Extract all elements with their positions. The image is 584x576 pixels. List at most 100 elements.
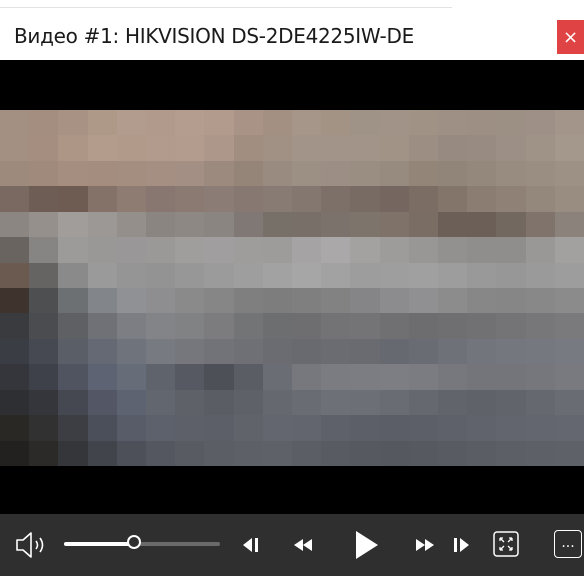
video-pixel-block	[116, 135, 147, 162]
video-pixel-block	[87, 288, 118, 315]
video-pixel-block	[0, 440, 30, 466]
video-pixel-block	[292, 110, 322, 137]
video-pixel-block	[554, 211, 584, 238]
video-pixel-block	[350, 211, 381, 238]
video-pixel-block	[87, 389, 118, 416]
rewind-button[interactable]	[286, 528, 320, 562]
video-pixel-block	[438, 313, 468, 340]
video-pixel-block	[146, 338, 176, 365]
video-pixel-block	[438, 338, 468, 365]
play-button[interactable]	[346, 524, 386, 566]
video-pixel-block	[146, 186, 176, 213]
video-pixel-block	[292, 262, 322, 289]
video-pixel-block	[525, 186, 556, 213]
video-pixel-block	[233, 186, 264, 213]
video-pixel-block	[467, 110, 497, 137]
video-pixel-block	[292, 135, 322, 162]
video-pixel-block	[408, 415, 439, 442]
video-pixel-block	[29, 135, 59, 162]
video-pixel-block	[379, 288, 410, 315]
video-pixel-block	[554, 440, 584, 466]
previous-frame-button[interactable]	[236, 528, 266, 562]
video-pixel-block	[350, 186, 381, 213]
video-pixel-block	[408, 110, 439, 137]
video-pixel-block	[175, 440, 205, 466]
video-pixel-block	[58, 313, 89, 340]
video-pixel-block	[0, 389, 30, 416]
video-pixel-block	[554, 262, 584, 289]
video-pixel-block	[525, 262, 556, 289]
close-button[interactable]: ×	[557, 20, 584, 54]
fast-forward-icon	[416, 539, 434, 551]
video-pixel-block	[29, 288, 59, 315]
video-pixel-block	[350, 364, 381, 391]
video-pixel-block	[175, 135, 205, 162]
video-pixel-block	[496, 389, 527, 416]
video-pixel-block	[29, 110, 59, 137]
video-pixel-block	[496, 415, 527, 442]
video-pixel-block	[379, 313, 410, 340]
video-pixel-block	[350, 237, 381, 264]
video-pixel-block	[379, 440, 410, 466]
video-pixel-block	[292, 364, 322, 391]
video-pixel-block	[58, 262, 89, 289]
video-pixel-block	[496, 440, 527, 466]
video-pixel-block	[379, 338, 410, 365]
video-pixel-block	[350, 135, 381, 162]
video-pixel-block	[408, 389, 439, 416]
video-pixel-block	[496, 237, 527, 264]
video-pixel-block	[262, 338, 293, 365]
video-pixel-block	[233, 364, 264, 391]
player-controls: ...	[0, 514, 584, 576]
video-pixel-block	[379, 415, 410, 442]
video-pixel-block	[58, 135, 89, 162]
video-pixel-block	[321, 211, 351, 238]
more-button[interactable]: ...	[552, 527, 584, 561]
fullscreen-button[interactable]	[490, 527, 522, 561]
video-pixel-block	[116, 364, 147, 391]
video-pixel-block	[292, 440, 322, 466]
volume-icon[interactable]	[12, 530, 52, 560]
video-pixel-block	[175, 237, 205, 264]
video-pixel-block	[350, 313, 381, 340]
video-pixel-block	[262, 313, 293, 340]
video-pixel-block	[379, 135, 410, 162]
volume-slider[interactable]	[64, 535, 220, 549]
video-pixel-block	[175, 389, 205, 416]
video-pixel-block	[467, 415, 497, 442]
video-pixel-block	[146, 288, 176, 315]
step-forward-icon	[454, 538, 469, 552]
video-pixel-block	[408, 160, 439, 187]
video-pixel-block	[408, 211, 439, 238]
video-pixel-block	[146, 415, 176, 442]
video-pixel-block	[438, 237, 468, 264]
video-pixel-block	[204, 160, 235, 187]
fast-forward-button[interactable]	[408, 528, 442, 562]
video-pixel-block	[29, 237, 59, 264]
video-pixel-block	[408, 313, 439, 340]
video-viewport[interactable]	[0, 60, 584, 514]
video-pixel-block	[233, 415, 264, 442]
video-pixel-block	[350, 338, 381, 365]
video-pixel-block	[233, 440, 264, 466]
video-pixel-block	[438, 262, 468, 289]
step-back-icon	[243, 538, 258, 552]
next-frame-button[interactable]	[446, 528, 476, 562]
video-pixel-block	[379, 186, 410, 213]
video-pixel-block	[175, 338, 205, 365]
video-pixel-block	[262, 440, 293, 466]
video-pixel-block	[496, 262, 527, 289]
video-pixel-block	[204, 135, 235, 162]
video-pixel-block	[467, 135, 497, 162]
video-pixel-block	[350, 288, 381, 315]
video-pixel-block	[233, 160, 264, 187]
volume-slider-thumb[interactable]	[127, 535, 142, 549]
video-pixel-block	[292, 313, 322, 340]
video-pixel-block	[233, 262, 264, 289]
video-pixel-block	[233, 338, 264, 365]
video-pixel-block	[204, 237, 235, 264]
video-pixel-block	[467, 186, 497, 213]
video-pixel-block	[438, 440, 468, 466]
video-pixel-block	[379, 110, 410, 137]
video-pixel-block	[29, 313, 59, 340]
